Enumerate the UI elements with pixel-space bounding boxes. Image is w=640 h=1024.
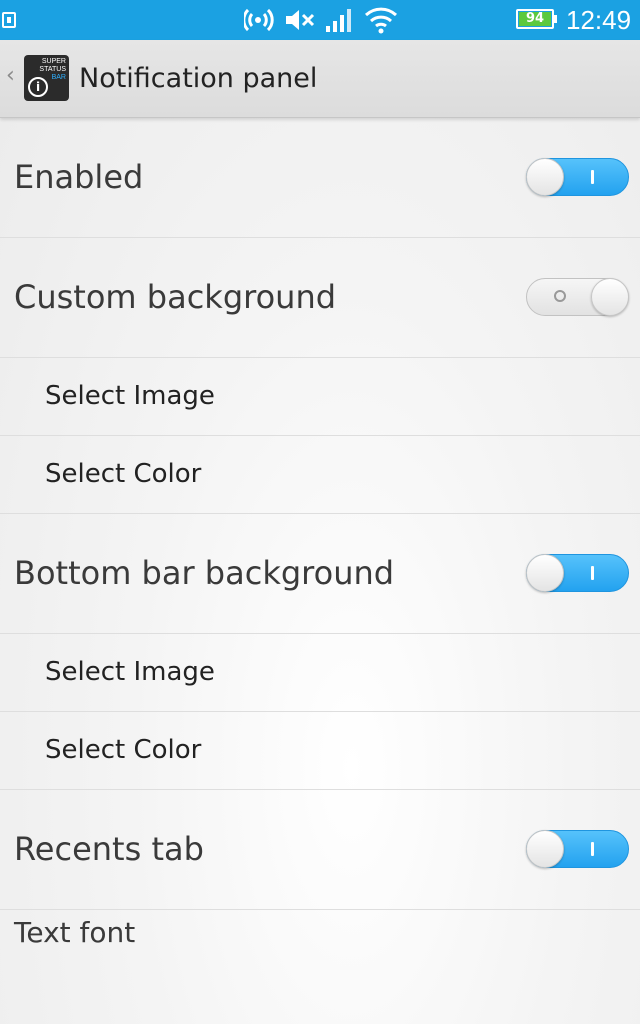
volume-muted-icon	[284, 0, 316, 40]
setting-row-text-font[interactable]: Text font	[0, 910, 640, 1024]
app-icon-text-status: STATUS	[39, 66, 66, 73]
page-title: Notification panel	[79, 63, 318, 94]
setting-label: Custom background	[14, 278, 337, 316]
hotspot-icon	[244, 0, 274, 40]
select-color-label: Select Color	[45, 459, 202, 489]
recents-tab-toggle[interactable]	[526, 830, 629, 868]
battery-level: 94	[525, 11, 545, 26]
text-font-label: Text font	[14, 916, 136, 949]
wifi-icon	[364, 0, 398, 40]
battery-icon: 94	[516, 9, 557, 29]
setting-label: Bottom bar background	[14, 554, 395, 592]
bottom-bar-background-toggle[interactable]	[526, 554, 629, 592]
bottom-bar-select-color[interactable]: Select Color	[0, 712, 640, 790]
app-icon-text-bar: BAR	[51, 74, 66, 81]
status-bar: 94 12:49	[0, 0, 640, 40]
setting-row-recents-tab[interactable]: Recents tab	[0, 790, 640, 910]
bottom-bar-select-image[interactable]: Select Image	[0, 634, 640, 712]
setting-label: Recents tab	[14, 830, 204, 868]
app-icon-text-super: SUPER	[41, 58, 66, 65]
setting-row-bottom-bar-background[interactable]: Bottom bar background	[0, 514, 640, 634]
enabled-toggle[interactable]	[526, 158, 629, 196]
action-bar: ‹ SUPER STATUS BAR i Notification panel	[0, 40, 640, 118]
custom-background-toggle[interactable]	[526, 278, 629, 316]
select-image-label: Select Image	[45, 381, 215, 411]
custom-background-select-color[interactable]: Select Color	[0, 436, 640, 514]
setting-row-enabled[interactable]: Enabled	[0, 118, 640, 238]
sim-card-icon	[2, 0, 16, 40]
custom-background-select-image[interactable]: Select Image	[0, 358, 640, 436]
app-icon[interactable]: SUPER STATUS BAR i	[24, 55, 69, 101]
setting-row-custom-background[interactable]: Custom background	[0, 238, 640, 358]
setting-label: Enabled	[14, 158, 144, 196]
clock: 12:49	[566, 5, 632, 35]
select-color-label: Select Color	[45, 735, 202, 765]
select-image-label: Select Image	[45, 657, 215, 687]
signal-icon	[325, 0, 355, 40]
chevron-left-icon[interactable]: ‹	[6, 64, 15, 88]
info-icon: i	[28, 77, 48, 97]
